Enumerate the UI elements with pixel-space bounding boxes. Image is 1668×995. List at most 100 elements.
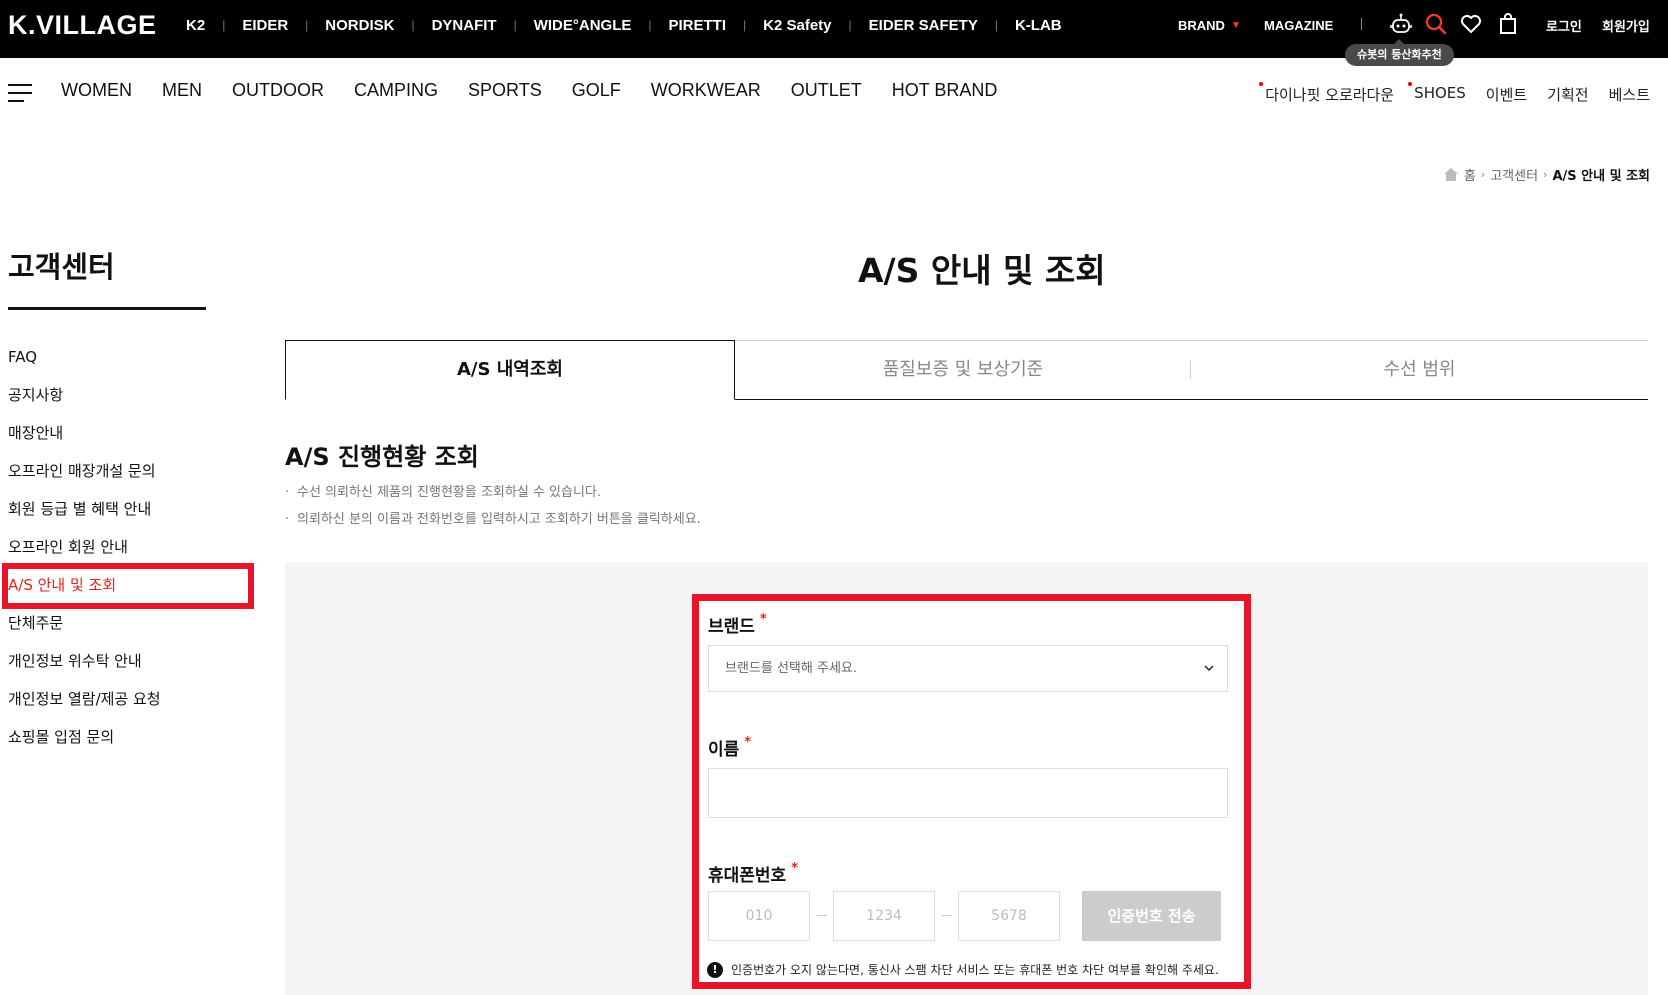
category-workwear[interactable]: WORKWEAR bbox=[651, 80, 761, 101]
as-inquiry-form: 브랜드 * 브랜드를 선택해 주세요. 이름 * 휴대폰번호 * 010 1234 5… bbox=[692, 594, 1251, 989]
magazine-link[interactable]: MAGAZINE bbox=[1264, 0, 1333, 50]
phone-label: 휴대폰번호 * bbox=[708, 861, 798, 886]
sidebar-item-store-opening[interactable]: 오프라인 매장개설 문의 bbox=[8, 458, 161, 496]
phone-dash bbox=[817, 915, 827, 916]
required-mark: * bbox=[791, 861, 799, 876]
sidebar-item-notice[interactable]: 공지사항 bbox=[8, 382, 161, 420]
brand-separator: | bbox=[513, 18, 517, 32]
category-camping[interactable]: CAMPING bbox=[354, 80, 438, 101]
promo-link-exhibition[interactable]: 기획전 bbox=[1547, 84, 1588, 105]
sidebar-item-privacy-outsourcing[interactable]: 개인정보 위수탁 안내 bbox=[8, 648, 161, 686]
shopping-bag-icon[interactable] bbox=[1496, 12, 1520, 36]
guide-notes: 수선 의뢰하신 제품의 진행현황을 조회하실 수 있습니다. 의뢰하신 분의 이… bbox=[285, 484, 701, 538]
brand-separator: | bbox=[411, 18, 415, 32]
sidebar-item-as-guide[interactable]: A/S 안내 및 조회 bbox=[2, 563, 254, 610]
chatbot-tooltip: 슈봇의 등산화추천 bbox=[1345, 39, 1454, 66]
sidebar-title: 고객센터 bbox=[8, 250, 115, 284]
name-input[interactable] bbox=[708, 768, 1228, 818]
home-icon[interactable] bbox=[1443, 168, 1458, 181]
signup-link[interactable]: 회원가입 bbox=[1602, 0, 1650, 50]
brand-separator: | bbox=[743, 18, 747, 32]
promo-link-event[interactable]: 이벤트 bbox=[1486, 84, 1527, 105]
login-label: 로그인 bbox=[1546, 18, 1582, 34]
brand-link-eider[interactable]: EIDER bbox=[242, 17, 288, 34]
sidebar-item-stores[interactable]: 매장안내 bbox=[8, 420, 161, 458]
new-dot bbox=[1259, 82, 1264, 86]
category-outlet[interactable]: OUTLET bbox=[791, 80, 862, 101]
login-link[interactable]: 로그인 bbox=[1546, 0, 1582, 50]
brand-link-eider-safety[interactable]: EIDER SAFETY bbox=[869, 17, 978, 34]
note-item: 의뢰하신 분의 이름과 전화번호를 입력하시고 조회하기 버튼을 클릭하세요. bbox=[285, 511, 701, 538]
brand-label: 브랜드 * bbox=[708, 612, 767, 637]
brand-separator: | bbox=[848, 18, 852, 32]
brand-label-text: 브랜드 bbox=[708, 617, 755, 637]
exclamation-icon: ! bbox=[707, 961, 723, 978]
brand-link-k2[interactable]: K2 bbox=[186, 17, 205, 34]
send-verification-button[interactable]: 인증번호 전송 bbox=[1082, 891, 1221, 941]
phone-dash bbox=[942, 915, 952, 916]
chevron-right-icon: › bbox=[1480, 168, 1486, 181]
promo-nav: 다이나핏 오로라다운 SHOES 이벤트 기획전 베스트 bbox=[1245, 82, 1650, 105]
breadcrumb-home[interactable]: 홈 bbox=[1464, 165, 1476, 184]
sidebar-item-membership-benefits[interactable]: 회원 등급 별 혜택 안내 bbox=[8, 496, 161, 534]
tab-quality-warranty[interactable]: 품질보증 및 보상기준 bbox=[735, 340, 1191, 400]
brand-separator: | bbox=[994, 18, 998, 32]
brand-separator: | bbox=[648, 18, 652, 32]
verification-warning: ! 인증번호가 오지 않는다면, 통신사 스팸 차단 서비스 또는 휴대폰 번호… bbox=[707, 961, 1219, 978]
brand-select[interactable]: 브랜드를 선택해 주세요. bbox=[708, 645, 1228, 692]
brand-link-wideangle[interactable]: WIDE°ANGLE bbox=[534, 17, 632, 34]
category-outdoor[interactable]: OUTDOOR bbox=[232, 80, 324, 101]
search-icon[interactable] bbox=[1424, 12, 1448, 36]
brand-link-k-lab[interactable]: K-LAB bbox=[1015, 17, 1062, 34]
magazine-label: MAGAZINE bbox=[1264, 17, 1334, 33]
sidebar-item-privacy-request[interactable]: 개인정보 열람/제공 요청 bbox=[8, 686, 161, 724]
brand-menu-button[interactable]: BRAND ▼ bbox=[1178, 0, 1241, 50]
promo-label: SHOES bbox=[1414, 84, 1466, 102]
category-hot-brand[interactable]: HOT BRAND bbox=[892, 80, 998, 101]
brand-select-placeholder: 브랜드를 선택해 주세요. bbox=[725, 661, 857, 676]
robot-icon[interactable] bbox=[1389, 12, 1413, 36]
brand-link-k2-safety[interactable]: K2 Safety bbox=[763, 17, 831, 34]
sidebar-item-faq[interactable]: FAQ bbox=[8, 344, 161, 382]
phone-input-middle[interactable]: 1234 bbox=[833, 891, 935, 941]
category-women[interactable]: WOMEN bbox=[61, 80, 132, 101]
brand-separator: | bbox=[222, 18, 226, 32]
name-label-text: 이름 bbox=[708, 740, 740, 760]
category-men[interactable]: MEN bbox=[162, 80, 202, 101]
section-title: A/S 진행현황 조회 bbox=[285, 443, 479, 471]
signup-label: 회원가입 bbox=[1602, 18, 1650, 34]
category-golf[interactable]: GOLF bbox=[572, 80, 621, 101]
header-divider bbox=[1361, 18, 1362, 30]
phone-input-last[interactable]: 5678 bbox=[958, 891, 1060, 941]
tab-bar: A/S 내역조회 품질보증 및 보상기준 수선 범위 bbox=[285, 340, 1648, 400]
chevron-right-icon: › bbox=[1543, 168, 1548, 181]
breadcrumb-customer-center[interactable]: 고객센터 bbox=[1490, 165, 1538, 184]
brand-link-dynafit[interactable]: DYNAFIT bbox=[432, 17, 497, 34]
phone-label-text: 휴대폰번호 bbox=[708, 866, 787, 886]
tab-repair-scope[interactable]: 수선 범위 bbox=[1191, 340, 1648, 400]
sidebar-title-underline bbox=[8, 307, 206, 310]
required-mark: * bbox=[759, 612, 767, 627]
promo-link-shoes[interactable]: SHOES bbox=[1408, 82, 1466, 105]
promo-link-dynafit-aurora[interactable]: 다이나핏 오로라다운 bbox=[1259, 82, 1395, 105]
brand-link-nordisk[interactable]: NORDISK bbox=[325, 17, 394, 34]
site-logo[interactable]: K.VILLAGE bbox=[8, 10, 157, 41]
phone-input-prefix[interactable]: 010 bbox=[708, 891, 810, 941]
brand-link-piretti[interactable]: PIRETTI bbox=[669, 17, 727, 34]
menu-icon[interactable] bbox=[8, 84, 32, 102]
tab-label: 품질보증 및 보상기준 bbox=[882, 359, 1044, 380]
new-dot bbox=[1408, 82, 1413, 86]
warning-text: 인증번호가 오지 않는다면, 통신사 스팸 차단 서비스 또는 휴대폰 번호 차… bbox=[731, 963, 1219, 977]
page-title: A/S 안내 및 조회 bbox=[858, 251, 1106, 290]
heart-icon[interactable] bbox=[1459, 12, 1483, 36]
tab-as-history[interactable]: A/S 내역조회 bbox=[285, 340, 735, 400]
required-mark: * bbox=[744, 735, 752, 750]
highlight-box bbox=[2, 563, 254, 609]
chevron-down-icon bbox=[1204, 665, 1214, 672]
sidebar-item-mall-partnership[interactable]: 쇼핑몰 입점 문의 bbox=[8, 724, 161, 762]
category-sports[interactable]: SPORTS bbox=[468, 80, 542, 101]
sidebar-item-group-order[interactable]: 단체주문 bbox=[8, 610, 161, 648]
brand-menu-label: BRAND bbox=[1178, 17, 1225, 33]
promo-link-best[interactable]: 베스트 bbox=[1609, 84, 1650, 105]
promo-label: 다이나핏 오로라다운 bbox=[1265, 86, 1395, 104]
